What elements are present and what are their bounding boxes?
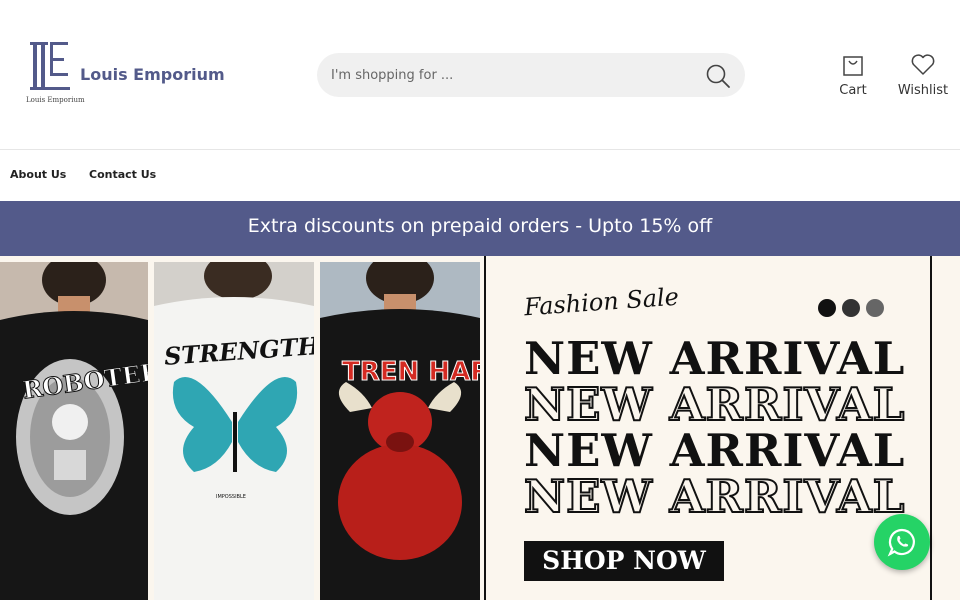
slider-dot-2[interactable]	[842, 299, 860, 317]
whatsapp-chat-button[interactable]	[874, 514, 930, 570]
nav-item-about-us[interactable]: About Us	[10, 168, 66, 181]
wishlist-button[interactable]: Wishlist	[893, 53, 953, 98]
strength-print-text: STRENGTH	[163, 331, 314, 371]
cart-label: Cart	[839, 83, 867, 98]
impossible-print-text: IMPOSSIBLE	[216, 494, 246, 500]
brand-logo[interactable]: Louis Emporium Louis Emporium	[24, 38, 225, 110]
tren-hard-print-text: TREN HARD	[342, 357, 480, 387]
search-bar	[317, 53, 745, 97]
roboter-print-text: ROBOTER	[21, 356, 148, 404]
search-input[interactable]	[331, 53, 691, 97]
shop-now-button[interactable]: SHOP NOW	[524, 541, 724, 581]
shirt-panel-black-tren-hard: TREN HARD	[320, 262, 480, 600]
hero-shirts-image: ROBOTER STRENGTH IMPOSSIBLE TREN HA	[0, 262, 484, 600]
headline-line-1: NEW ARRIVAL	[524, 332, 906, 385]
brand-subtext: Louis Emporium	[26, 96, 85, 104]
wishlist-label: Wishlist	[897, 83, 949, 98]
hero-banner[interactable]: ROBOTER STRENGTH IMPOSSIBLE TREN HA Fash…	[0, 256, 960, 600]
strength-print: STRENGTH IMPOSSIBLE	[163, 331, 314, 500]
shirt-panel-white-strength: STRENGTH IMPOSSIBLE	[154, 262, 314, 600]
shopping-bag-icon	[843, 56, 863, 76]
tren-hard-print: TREN HARD	[342, 357, 481, 388]
shirt-panel-black-roboter: ROBOTER	[0, 262, 148, 600]
main-nav: About Us Contact Us	[0, 151, 960, 201]
slider-dots	[818, 299, 890, 321]
fashion-sale-title: Fashion Sale	[523, 282, 680, 322]
headline-line-2: NEW ARRIVAL	[523, 378, 906, 431]
logo-mark-icon	[30, 42, 70, 90]
heart-icon	[911, 54, 935, 75]
headline-line-3: NEW ARRIVAL	[524, 424, 906, 477]
search-icon[interactable]	[705, 63, 731, 89]
nav-item-contact-us[interactable]: Contact Us	[89, 168, 156, 181]
whatsapp-icon	[887, 528, 915, 557]
slider-dot-3[interactable]	[866, 299, 884, 317]
slider-dot-1[interactable]	[818, 299, 836, 317]
roboter-print: ROBOTER	[20, 356, 148, 405]
cart-button[interactable]: Cart	[832, 53, 874, 98]
brand-name: Louis Emporium	[80, 65, 225, 84]
announcement-bar: Extra discounts on prepaid orders - Upto…	[0, 201, 960, 256]
sale-panel: Fashion Sale NEW ARRIVAL NEW ARRIVAL NEW…	[484, 256, 932, 600]
site-header: Louis Emporium Louis Emporium Cart Wishl…	[0, 0, 960, 150]
headline-line-4: NEW ARRIVAL	[523, 470, 906, 523]
